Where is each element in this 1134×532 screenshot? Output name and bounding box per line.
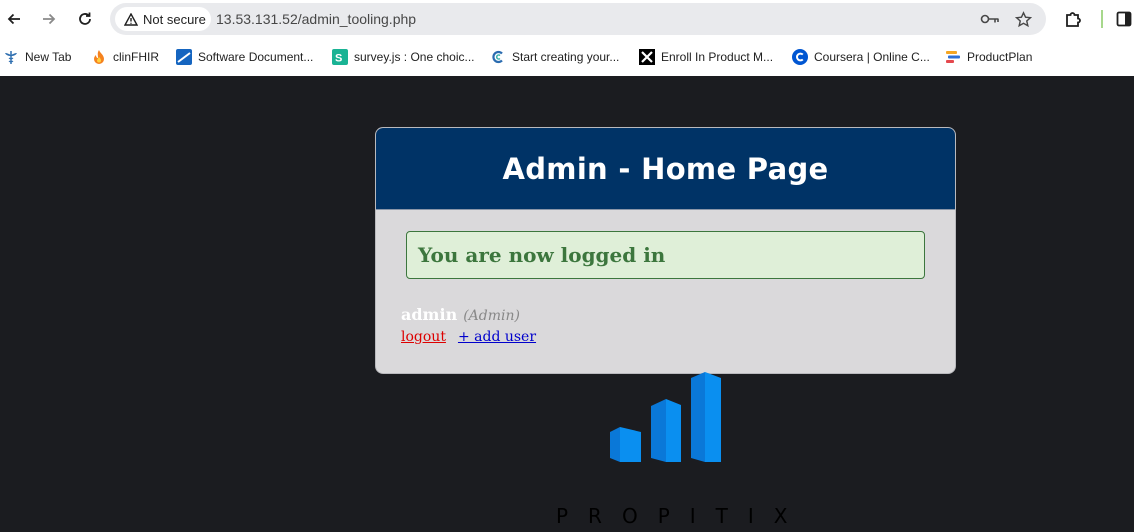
bookmark-coursera[interactable]: Coursera | Online C... — [792, 47, 930, 67]
flame-icon — [91, 49, 107, 65]
username: admin — [401, 305, 458, 324]
logo-bar-tall-front — [705, 372, 721, 462]
logo-bar-small — [610, 427, 620, 462]
side-panel-button[interactable] — [1112, 7, 1134, 31]
bookmark-new-tab[interactable]: New Tab — [3, 47, 71, 67]
url-text[interactable]: 13.53.131.52/admin_tooling.php — [216, 11, 416, 27]
logo-wordmark: PROPITIX — [556, 504, 808, 528]
action-links: logout + add user — [401, 329, 536, 345]
card-header: Admin - Home Page — [376, 128, 955, 210]
bookmark-surveyjs[interactable]: S survey.js : One choic... — [332, 47, 475, 67]
forward-button[interactable] — [37, 7, 61, 31]
bookmark-label: clinFHIR — [113, 50, 160, 64]
warning-triangle-icon — [124, 12, 138, 26]
user-info: admin (Admin) — [401, 305, 520, 324]
page-title: Admin - Home Page — [502, 151, 829, 186]
key-icon — [980, 14, 999, 24]
logo-bar-tall — [691, 372, 705, 462]
bookmark-clinfhir[interactable]: clinFHIR — [91, 47, 159, 67]
logo-bar-medium — [651, 399, 666, 462]
bookmark-label: Coursera | Online C... — [814, 50, 930, 64]
bookmark-productplan[interactable]: ProductPlan — [945, 47, 1032, 67]
bookmark-star-button[interactable] — [1013, 9, 1033, 29]
x-logo-icon — [639, 49, 655, 65]
side-panel-icon — [1116, 11, 1132, 27]
success-message: You are now logged in — [418, 243, 666, 267]
coursera-icon — [792, 49, 808, 65]
user-role: (Admin) — [463, 308, 520, 324]
password-key-button[interactable] — [980, 9, 1000, 29]
c-logo-icon — [490, 49, 506, 65]
browser-toolbar: Not secure 13.53.131.52/admin_tooling.ph… — [0, 0, 1134, 38]
bookmark-label: New Tab — [25, 50, 72, 64]
extensions-button[interactable] — [1061, 7, 1085, 31]
puzzle-icon — [1066, 12, 1081, 27]
bookmark-software-documentation[interactable]: Software Document... — [176, 47, 313, 67]
doc-site-icon — [176, 49, 192, 65]
reload-button[interactable] — [73, 7, 97, 31]
reload-icon — [79, 12, 91, 25]
surveyjs-icon: S — [332, 49, 348, 65]
admin-card: Admin - Home Page You are now logged in … — [375, 127, 956, 374]
caduceus-icon — [3, 49, 19, 65]
bookmark-label: Start creating your... — [512, 50, 620, 64]
logo-bar-small-front — [620, 427, 641, 462]
bookmark-label: ProductPlan — [967, 50, 1033, 64]
address-bar[interactable]: Not secure 13.53.131.52/admin_tooling.ph… — [110, 3, 1046, 35]
bookmark-label: Enroll In Product M... — [661, 50, 774, 64]
logout-link[interactable]: logout — [401, 329, 446, 345]
page-content: Admin - Home Page You are now logged in … — [0, 76, 1134, 532]
logo-bar-medium-front — [666, 399, 681, 462]
bookmark-enroll-product[interactable]: Enroll In Product M... — [639, 47, 773, 67]
success-message-box: You are now logged in — [406, 231, 925, 279]
bookmark-start-creating[interactable]: Start creating your... — [490, 47, 619, 67]
bookmarks-bar: New Tab clinFHIR Software Document... S … — [0, 38, 1134, 76]
bookmark-label: survey.js : One choic... — [354, 50, 475, 64]
security-indicator[interactable]: Not secure — [115, 7, 211, 31]
back-button[interactable] — [2, 7, 26, 31]
forward-arrow-icon — [43, 13, 56, 25]
back-arrow-icon — [7, 13, 20, 25]
bookmark-label: Software Document... — [198, 50, 314, 64]
security-label: Not secure — [143, 11, 206, 27]
productplan-icon — [945, 49, 961, 65]
add-user-link[interactable]: + add user — [458, 329, 536, 345]
svg-text:S: S — [335, 53, 342, 65]
star-icon — [1014, 10, 1032, 27]
toolbar-divider — [1101, 10, 1103, 28]
